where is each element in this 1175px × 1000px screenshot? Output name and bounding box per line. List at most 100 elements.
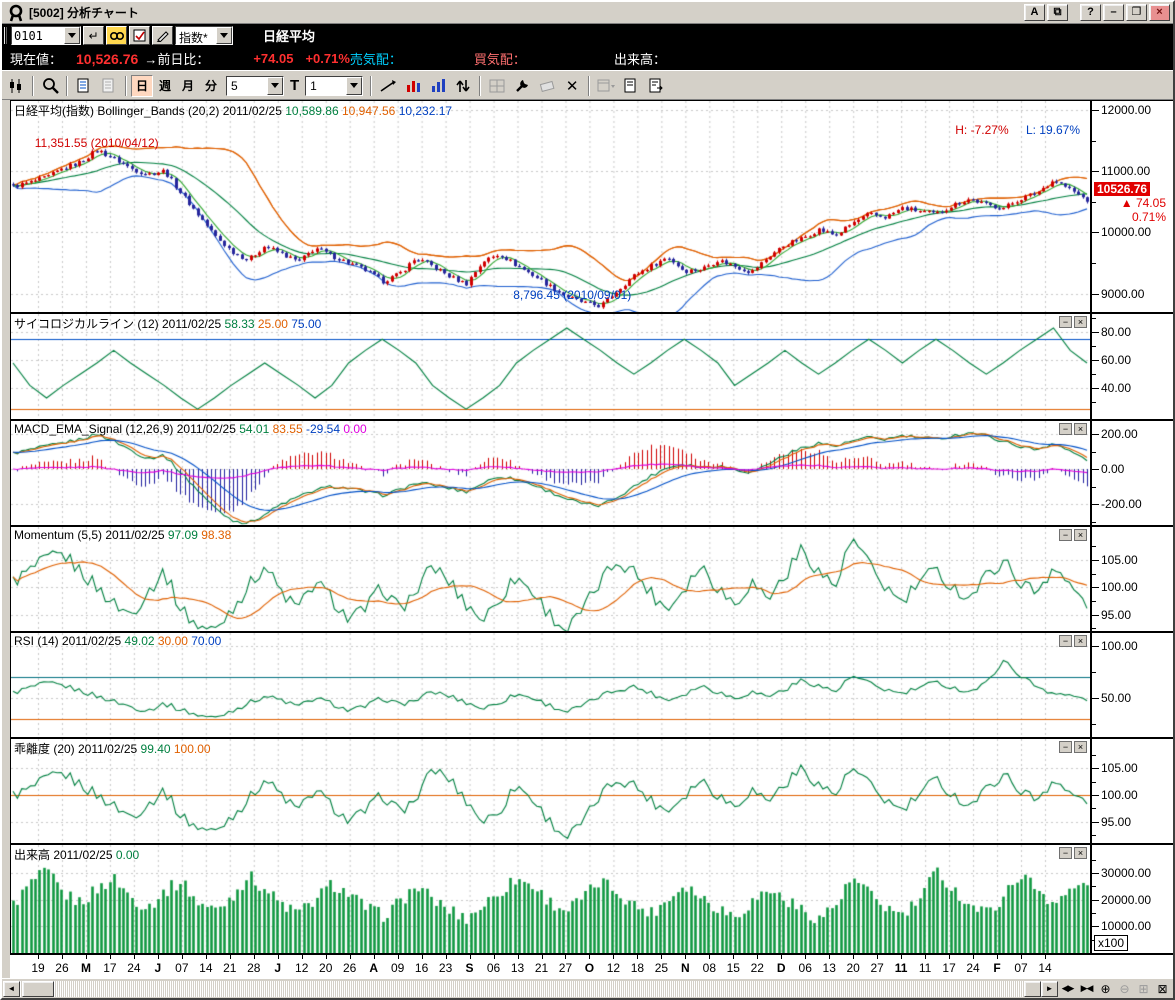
eraser-button[interactable] [535, 74, 559, 98]
trendline-draw-button[interactable] [376, 74, 400, 98]
delete-all-button[interactable]: ✕ [560, 74, 584, 98]
panel-psych: サイコロジカルライン (12) 2011/02/25 58.33 25.00 7… [10, 312, 1173, 419]
page-gray-icon [102, 78, 116, 93]
x-axis-label: 06 [487, 961, 500, 975]
x-axis-tick [1021, 955, 1022, 959]
tick-interval-dropdown-button[interactable] [346, 77, 362, 95]
eraser-icon [539, 80, 555, 92]
zoom-in-button[interactable]: ⊕ [1096, 981, 1115, 997]
zoom-chart-button[interactable] [38, 74, 62, 98]
export-page-button[interactable] [644, 74, 668, 98]
close-panel-button-volume[interactable]: × [1074, 847, 1087, 859]
header-text: 83.55 [269, 422, 302, 436]
grid-toggle-button[interactable]: ⊞ [1134, 981, 1153, 997]
plot-main[interactable] [11, 101, 1091, 312]
close-panel-button-momentum[interactable]: × [1074, 529, 1087, 541]
minimize-panel-button-volume[interactable]: − [1059, 847, 1072, 859]
collapse-bars-button[interactable]: ▶◀ [1077, 981, 1096, 997]
app-logo-icon [7, 4, 25, 22]
sort-updown-button[interactable] [451, 74, 475, 98]
title-bar[interactable]: [5002] 分析チャート A ⧉ ? – ❐ × [2, 2, 1173, 24]
axis-label: 11000.00 [1101, 164, 1150, 178]
font-button[interactable]: A [1024, 4, 1045, 21]
volume-label: 出来高： [614, 49, 666, 68]
x-axis-tick [637, 955, 638, 959]
note-check-icon [133, 29, 146, 42]
close-panel-button-macd[interactable]: × [1074, 423, 1087, 435]
x-axis-label: 20 [847, 961, 860, 975]
toolbar-separator [588, 76, 590, 96]
toolbar-grip[interactable] [4, 27, 7, 44]
candlestick-icon [8, 78, 24, 94]
window-style-button[interactable] [594, 74, 618, 98]
plot-macd[interactable] [11, 421, 1091, 525]
minimize-panel-button-macd[interactable]: − [1059, 423, 1072, 435]
help-button[interactable]: ? [1080, 4, 1101, 21]
minimize-panel-button-deviation[interactable]: − [1059, 741, 1072, 753]
minute-interval-dropdown-button[interactable] [267, 77, 283, 95]
scroll-right-button[interactable]: ► [1041, 981, 1058, 997]
scrollbar-track[interactable] [20, 981, 1024, 997]
plot-volume[interactable] [11, 845, 1091, 953]
candlestick-chart-button[interactable] [4, 74, 28, 98]
period-weekly-button[interactable]: 週 [154, 75, 176, 97]
submit-symbol-button[interactable]: ↵ [83, 26, 104, 45]
header-text: 97.09 [168, 528, 198, 542]
x-axis-label: 21 [535, 961, 548, 975]
close-panel-button[interactable]: ⊠ [1153, 981, 1172, 997]
toolbar-separator [125, 76, 127, 96]
header-text: 49.02 [125, 634, 155, 648]
plot-momentum[interactable] [11, 527, 1091, 631]
axis-tick [1092, 873, 1099, 874]
last-price-tag: 10526.76▲ 74.050.71% [1094, 182, 1170, 224]
close-panel-button-deviation[interactable]: × [1074, 741, 1087, 753]
register-list-button[interactable] [129, 26, 150, 45]
symbol-code-input[interactable] [12, 27, 64, 44]
symbol-code-dropdown-button[interactable] [64, 27, 80, 44]
period-minute-button[interactable]: 分 [200, 75, 222, 97]
copy-window-button[interactable]: ⧉ [1047, 4, 1068, 21]
minimize-panel-button-psych[interactable]: − [1059, 316, 1072, 328]
axis-tick [1092, 724, 1096, 725]
header-text: 30.00 [155, 634, 188, 648]
market-type-dropdown-button[interactable] [216, 27, 232, 44]
scrollbar-end-button[interactable] [1024, 981, 1041, 997]
settings-button[interactable] [510, 74, 534, 98]
x-axis-label: 12 [607, 961, 620, 975]
x-axis-label: 22 [751, 961, 764, 975]
indicator-blue-button[interactable] [426, 74, 450, 98]
plot-rsi[interactable] [11, 633, 1091, 737]
minimize-panel-button-momentum[interactable]: − [1059, 529, 1072, 541]
analysis-chart-window: [5002] 分析チャート A ⧉ ? – ❐ × ↵ 指数* [0, 0, 1175, 1000]
expand-bars-button[interactable]: ◀▶ [1058, 981, 1077, 997]
x-axis-tick [901, 955, 902, 959]
edit-memo-button[interactable] [152, 26, 173, 45]
magnifier-icon [42, 77, 59, 94]
minimize-panel-button-rsi[interactable]: − [1059, 635, 1072, 647]
save-page-button[interactable] [619, 74, 643, 98]
toolbar-separator [32, 76, 34, 96]
x-axis-label: D [777, 961, 786, 975]
symbol-search-button[interactable] [106, 26, 127, 45]
scrollbar-thumb[interactable] [22, 981, 54, 997]
x-axis-tick [589, 955, 590, 959]
x-axis-tick [949, 955, 950, 959]
period-daily-button[interactable]: 日 [131, 75, 153, 97]
close-panel-button-rsi[interactable]: × [1074, 635, 1087, 647]
binoculars-icon [110, 31, 124, 41]
copy-chart-button[interactable] [72, 74, 96, 98]
bars-red-blue-icon [406, 78, 421, 93]
chart-panels: 日経平均(指数) Bollinger_Bands (20,2) 2011/02/… [10, 100, 1173, 953]
paste-chart-button[interactable] [97, 74, 121, 98]
period-monthly-button[interactable]: 月 [177, 75, 199, 97]
grid-layout-button[interactable] [485, 74, 509, 98]
close-button[interactable]: × [1149, 4, 1170, 21]
zoom-out-button[interactable]: ⊖ [1115, 981, 1134, 997]
indicator-red-blue-button[interactable] [401, 74, 425, 98]
minimize-button[interactable]: – [1103, 4, 1124, 21]
scroll-left-button[interactable]: ◄ [3, 981, 20, 997]
close-panel-button-psych[interactable]: × [1074, 316, 1087, 328]
maximize-button[interactable]: ❐ [1126, 4, 1147, 21]
x-axis-label: 21 [223, 961, 236, 975]
header-text: 70.00 [188, 634, 221, 648]
